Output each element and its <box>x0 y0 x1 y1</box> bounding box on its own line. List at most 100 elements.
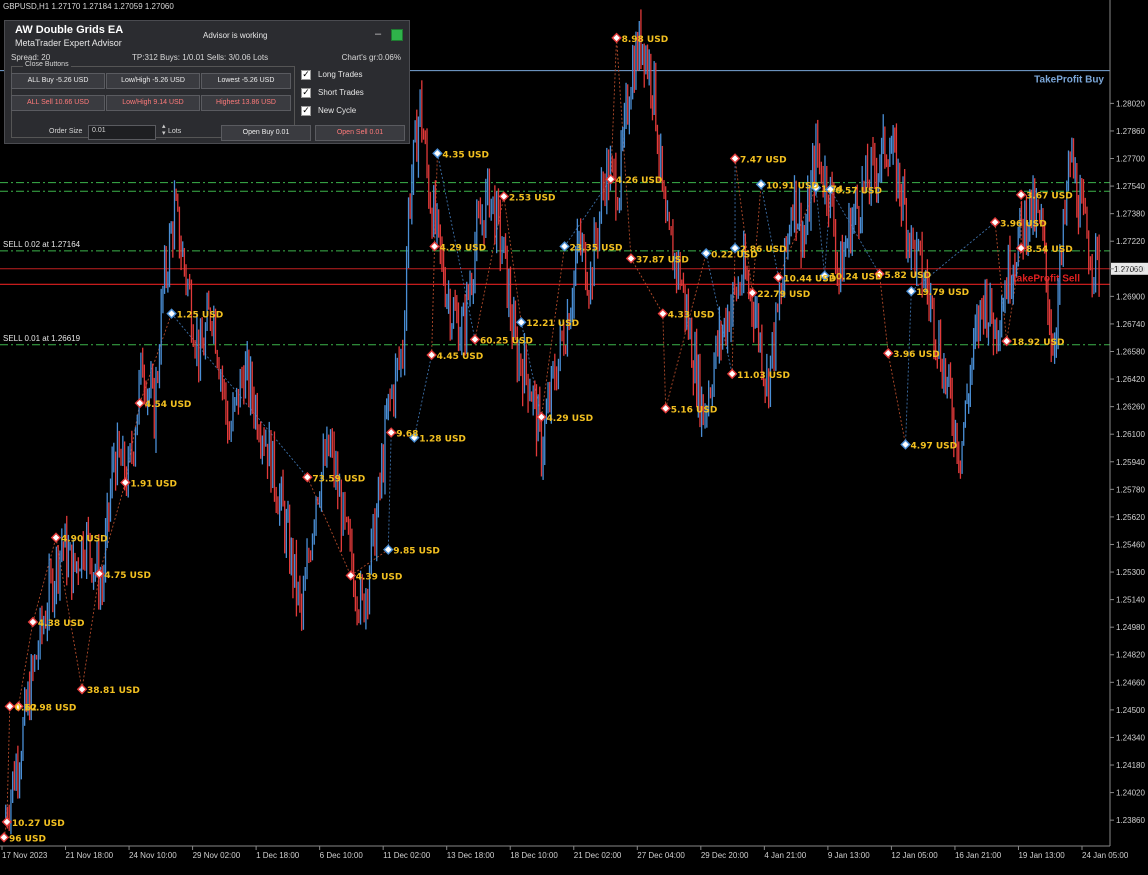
new-cycle-checkbox[interactable]: ✓ <box>301 106 311 116</box>
long-trades-checkbox[interactable]: ✓ <box>301 70 311 80</box>
takeprofit-buy-label: TakeProfit Buy <box>1034 75 1104 86</box>
profit-label: 4.26 USD <box>616 176 663 186</box>
x-tick-label: 18 Dec 10:00 <box>510 851 558 860</box>
trade-marker[interactable] <box>729 153 741 164</box>
profit-label: 4.39 USD <box>356 572 403 582</box>
trade-marker[interactable] <box>4 701 16 712</box>
profit-label: 22.79 USD <box>757 290 810 300</box>
trade-marker[interactable] <box>432 148 443 159</box>
trade-marker[interactable] <box>900 439 911 450</box>
profit-label: 0.62 <box>15 703 37 713</box>
status-led-button[interactable] <box>391 29 403 41</box>
profit-label: 10.24 USD <box>830 273 883 283</box>
profit-label: 38.81 USD <box>87 686 140 696</box>
trade-connector-line <box>387 432 392 550</box>
x-tick-label: 17 Nov 2023 <box>2 851 48 860</box>
trade-marker[interactable] <box>625 253 637 264</box>
profit-label: 3.67 USD <box>1026 192 1073 202</box>
y-tick-label: 1.24980 <box>1116 623 1145 632</box>
profit-label: 96 USD <box>9 834 46 844</box>
trade-marker[interactable] <box>1001 335 1012 347</box>
lots-label: Lots <box>168 128 182 135</box>
trade-marker[interactable] <box>134 397 146 409</box>
trade-marker[interactable] <box>755 179 767 190</box>
trade-connector-line <box>751 184 762 293</box>
trade-marker[interactable] <box>515 316 527 328</box>
trade-marker[interactable] <box>559 241 570 252</box>
trade-marker[interactable] <box>0 832 10 843</box>
profit-label: 5.16 USD <box>671 405 718 415</box>
trade-connector-line <box>6 706 11 822</box>
trade-connector-line <box>760 184 779 278</box>
short-trades-label: Short Trades <box>318 88 364 97</box>
profit-label: 4.33 USD <box>668 311 715 321</box>
minimize-button[interactable]: – <box>373 28 383 40</box>
trade-connector-line <box>431 246 435 355</box>
order-size-input[interactable]: 0.01 <box>88 125 156 140</box>
trade-marker[interactable] <box>700 248 712 259</box>
y-tick-label: 1.26100 <box>1116 430 1145 439</box>
trade-connector-line <box>413 354 433 438</box>
trade-marker[interactable] <box>726 368 738 380</box>
x-tick-label: 13 Dec 18:00 <box>447 851 495 860</box>
profit-label: 3.96 USD <box>1000 219 1047 229</box>
profit-label: 8.98 USD <box>622 35 669 45</box>
x-tick-label: 29 Dec 20:00 <box>701 851 749 860</box>
close-lowest-button[interactable]: Lowest -5.26 USD <box>201 73 291 89</box>
short-trades-checkbox[interactable]: ✓ <box>301 88 311 98</box>
y-tick-label: 1.26260 <box>1116 403 1145 412</box>
trade-marker[interactable] <box>773 272 784 283</box>
profit-label: 10.27 USD <box>12 819 65 829</box>
trade-marker[interactable] <box>882 347 894 359</box>
trade-marker[interactable] <box>660 403 671 414</box>
trade-marker[interactable] <box>1 816 13 828</box>
profit-label: 2.53 USD <box>509 193 556 203</box>
y-tick-label: 1.24820 <box>1116 651 1145 660</box>
trade-connector-line <box>662 313 667 409</box>
profit-label: 4.29 USD <box>440 243 487 253</box>
trade-connector-line <box>905 291 912 445</box>
trade-connector-line <box>81 573 100 690</box>
close-low-high-buy-button[interactable]: Low/High -5.26 USD <box>106 73 200 89</box>
y-tick-label: 1.24660 <box>1116 678 1145 687</box>
trade-marker[interactable] <box>611 32 622 44</box>
close-all-buy-button[interactable]: ALL Buy -5.26 USD <box>11 73 105 89</box>
y-tick-label: 1.26580 <box>1116 347 1145 356</box>
close-low-high-sell-button[interactable]: Low/High 9.14 USD <box>106 95 200 111</box>
y-tick-label: 1.25940 <box>1116 458 1145 467</box>
close-highest-button[interactable]: Highest 13.86 USD <box>201 95 291 111</box>
profit-label: 23.35 USD <box>570 243 623 253</box>
trade-marker[interactable] <box>657 308 669 319</box>
profit-label: 4.97 USD <box>911 442 958 452</box>
profit-label: 9.85 USD <box>393 547 440 557</box>
order-size-label: Order Size <box>49 128 83 135</box>
profit-label: 4.45 USD <box>437 352 484 362</box>
trade-marker[interactable] <box>469 334 481 345</box>
profit-label: 3.96 USD <box>893 350 940 360</box>
close-all-sell-button[interactable]: ALL Sell 10.66 USD <box>11 95 105 111</box>
trade-connector-line <box>630 258 664 314</box>
profit-label: 37.87 USD <box>636 255 689 265</box>
y-tick-label: 1.27700 <box>1116 155 1145 164</box>
sell-order-label: SELL 0.01 at 1.26619 <box>3 334 81 343</box>
order-size-spinner[interactable]: ▴ ▾ <box>162 123 166 137</box>
trade-marker[interactable] <box>426 349 437 361</box>
x-tick-label: 24 Jan 05:00 <box>1082 851 1129 860</box>
trade-marker[interactable] <box>27 616 39 628</box>
y-tick-label: 1.27060 <box>1116 265 1145 274</box>
y-tick-label: 1.24340 <box>1116 733 1145 742</box>
profit-label: 4.54 USD <box>145 400 192 410</box>
trade-marker[interactable] <box>498 191 510 202</box>
trade-marker[interactable] <box>50 532 62 543</box>
open-sell-button[interactable]: Open Sell 0.01 <box>315 125 405 141</box>
trade-marker[interactable] <box>385 427 397 438</box>
open-buy-button[interactable]: Open Buy 0.01 <box>221 125 311 141</box>
tp-info: TP:312 Buys: 1/0.01 Sells: 3/0.06 Lots <box>132 53 269 62</box>
profit-label: 19.79 USD <box>916 288 969 298</box>
x-tick-label: 21 Dec 02:00 <box>574 851 622 860</box>
trade-marker[interactable] <box>383 544 394 555</box>
profit-label: 1.91 USD <box>130 479 177 489</box>
profit-label: 4.38 USD <box>38 619 85 629</box>
x-tick-label: 6 Dec 10:00 <box>320 851 364 860</box>
trade-marker[interactable] <box>76 683 88 695</box>
